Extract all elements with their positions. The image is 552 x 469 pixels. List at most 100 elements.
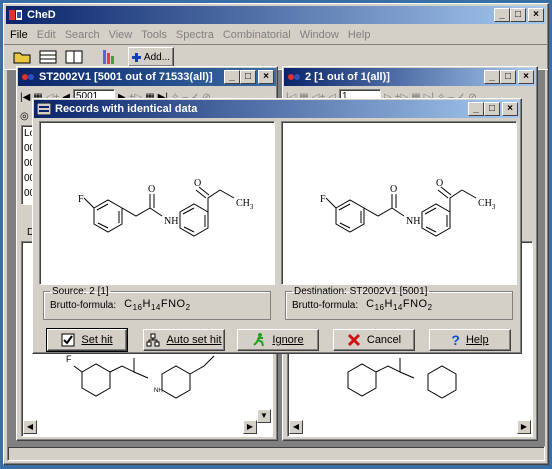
menu-combinatorial[interactable]: Combinatorial [223, 29, 291, 41]
target-icon[interactable]: ◎ [20, 111, 29, 122]
left-scroll-down[interactable]: ▼ [257, 409, 271, 423]
source-structure-view: F O NH O CH3 [39, 121, 275, 285]
add-button[interactable]: Add... [128, 47, 174, 67]
dest-ch3-sub: 3 [492, 203, 496, 211]
network-icon [146, 333, 160, 347]
menu-edit[interactable]: Edit [37, 29, 56, 41]
source-structure-drawing: F O NH O CH3 [78, 178, 254, 237]
plus-icon [131, 52, 141, 62]
destination-info-group: Destination: ST2002V1 [5001] Brutto-form… [285, 286, 513, 320]
right-scroll-left[interactable]: ◀ [289, 420, 303, 434]
dest-o-label: O [390, 184, 397, 195]
close-button[interactable]: × [528, 8, 544, 22]
left-f-label: F [66, 354, 72, 364]
dest-f-label: F [320, 194, 326, 205]
source-f-label: F [78, 194, 84, 205]
dialog-button-row: Set hit Auto set hit Ignore Cancel ? Hel… [45, 328, 515, 352]
maximize-button[interactable]: □ [510, 8, 526, 22]
source-nh-label: NH [164, 216, 178, 227]
app-logo-icon [9, 10, 22, 20]
layout-rows-icon [39, 50, 57, 64]
left-nh-label: NH [154, 388, 163, 394]
dialog-icon [37, 103, 51, 115]
checkbox-icon [61, 333, 75, 347]
app-title: CheD [27, 9, 56, 21]
left-close-button[interactable]: × [258, 70, 274, 84]
source-o2-label: O [194, 178, 201, 189]
red-x-icon [347, 333, 360, 347]
menu-spectra[interactable]: Spectra [176, 29, 214, 41]
record-window-icon [288, 74, 300, 80]
destination-structure-view: F O NH O CH3 [281, 121, 517, 285]
folder-icon [13, 52, 31, 64]
left-window-title: ST2002V1 [5001 out of 71533(all)] [39, 71, 213, 83]
dest-nh-label: NH [406, 216, 420, 227]
left-window-titlebar: ST2002V1 [5001 out of 71533(all)] _ □ × [18, 68, 276, 86]
menu-file[interactable]: File [10, 29, 28, 41]
help-label: Help [465, 334, 489, 346]
right-maximize-button[interactable]: □ [500, 70, 516, 84]
layout-columns-button[interactable] [62, 46, 86, 68]
flask-button[interactable] [96, 46, 120, 68]
set-hit-button[interactable]: Set hit [46, 328, 128, 352]
auto-set-hit-label: Auto set hit [166, 334, 222, 346]
layout-rows-button[interactable] [36, 46, 60, 68]
identical-records-dialog: Records with identical data _ □ × F O NH… [32, 98, 522, 354]
source-panel: F O NH O CH3 Source: 2 [1] Brutto-formul… [39, 121, 275, 321]
source-ch3-label: CH [236, 198, 250, 209]
cancel-button[interactable]: Cancel [333, 329, 415, 351]
dest-o2-label: O [436, 178, 443, 189]
ignore-label: Ignore [272, 334, 304, 346]
minimize-button[interactable]: _ [494, 8, 510, 22]
set-hit-label: Set hit [81, 334, 113, 346]
destination-legend: Destination: ST2002V1 [5001] [294, 286, 428, 297]
destination-formula-label: Brutto-formula: [292, 299, 359, 311]
app-titlebar: CheD _ □ × [6, 6, 546, 24]
menu-search[interactable]: Search [65, 29, 100, 41]
dest-ch3-label: CH [478, 198, 492, 209]
svg-text:CH3: CH3 [236, 198, 254, 211]
cancel-label: Cancel [366, 334, 402, 346]
dialog-titlebar: Records with identical data _ □ × [34, 100, 520, 118]
dialog-maximize-button[interactable]: □ [484, 102, 500, 116]
left-scroll-right[interactable]: ▶ [243, 420, 257, 434]
status-bar [7, 446, 545, 461]
menu-bar: File Edit Search View Tools Spectra Comb… [4, 26, 548, 44]
right-window-titlebar: 2 [1 out of 1(all)] _ □ × [284, 68, 536, 86]
open-folder-button[interactable] [10, 46, 34, 68]
left-maximize-button[interactable]: □ [240, 70, 256, 84]
dialog-minimize-button[interactable]: _ [468, 102, 484, 116]
add-label: Add... [143, 51, 171, 63]
destination-panel: F O NH O CH3 Destination: ST2002V1 [5001… [281, 121, 517, 321]
left-minimize-button[interactable]: _ [224, 70, 240, 84]
source-o-label: O [148, 184, 155, 195]
running-man-icon [253, 333, 265, 347]
menu-tools[interactable]: Tools [141, 29, 167, 41]
flask-icon [103, 50, 114, 64]
source-info-group: Source: 2 [1] Brutto-formula: C16H14FNO2 [43, 286, 271, 320]
svg-text:CH3: CH3 [478, 198, 496, 211]
dialog-title: Records with identical data [55, 103, 198, 115]
layout-columns-icon [65, 50, 83, 64]
left-scroll-left[interactable]: ◀ [23, 420, 37, 434]
source-formula: C16H14FNO2 [124, 298, 191, 313]
help-icon: ? [451, 332, 460, 348]
destination-formula: C16H14FNO2 [366, 298, 433, 313]
menu-help[interactable]: Help [348, 29, 371, 41]
right-scroll-right[interactable]: ▶ [517, 420, 531, 434]
help-button[interactable]: ? Help [429, 329, 511, 351]
source-legend: Source: 2 [1] [52, 286, 109, 297]
source-ch3-sub: 3 [250, 203, 254, 211]
right-minimize-button[interactable]: _ [484, 70, 500, 84]
source-formula-label: Brutto-formula: [50, 299, 117, 311]
record-window-icon [22, 74, 34, 80]
menu-window[interactable]: Window [300, 29, 339, 41]
ignore-button[interactable]: Ignore [237, 329, 319, 351]
dialog-close-button[interactable]: × [502, 102, 518, 116]
right-close-button[interactable]: × [518, 70, 534, 84]
destination-structure-drawing: F O NH O CH3 [320, 178, 496, 237]
first-record-icon[interactable]: |◀ [20, 92, 30, 103]
menu-view[interactable]: View [109, 29, 133, 41]
right-window-title: 2 [1 out of 1(all)] [305, 71, 390, 83]
auto-set-hit-button[interactable]: Auto set hit [143, 329, 225, 351]
